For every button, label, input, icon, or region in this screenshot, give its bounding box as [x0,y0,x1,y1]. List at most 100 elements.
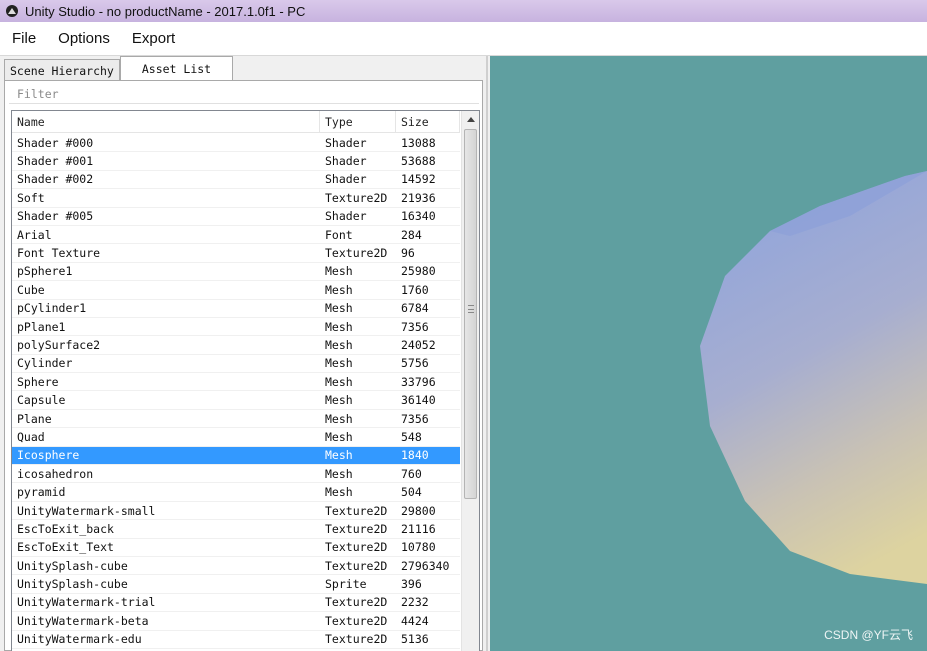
column-header-size[interactable]: Size [396,111,460,133]
scroll-up-arrow-icon[interactable] [462,111,479,128]
table-row[interactable]: UnityWatermark-small Texture2D 29800 [12,502,460,521]
tab-scene-hierarchy[interactable]: Scene Hierarchy [4,59,120,81]
cell-size: 36140 [401,393,436,408]
cell-name: Shader #000 [17,135,94,150]
cell-name: Icosphere [17,448,80,463]
table-row[interactable]: Arial Font 284 [12,226,460,245]
cell-size: 13088 [401,135,436,150]
table-row[interactable]: Quad Mesh 548 [12,428,460,447]
cell-size: 53688 [401,154,436,169]
table-row[interactable]: UnityWatermark-beta Texture2D 4424 [12,612,460,631]
cell-name: EscToExit_back [17,521,114,536]
watermark-text: CSDN @YF云飞 [824,628,913,642]
cell-name: icosahedron [17,466,94,481]
cell-size: 504 [401,485,422,500]
cell-type: Mesh [325,337,353,352]
cell-name: Cylinder [17,356,73,371]
unity-icon [6,5,18,17]
cell-type: Mesh [325,448,353,463]
cell-name: pCylinder1 [17,301,87,316]
cell-name: Soft [17,190,45,205]
cell-type: Mesh [325,411,353,426]
cell-type: Texture2D [325,632,388,647]
cell-name: UnityWatermark-edu [17,632,142,647]
table-row[interactable]: Soft Texture2D 21936 [12,189,460,208]
cell-size: 6784 [401,301,429,316]
cell-size: 284 [401,227,422,242]
table-row[interactable]: UnitySplash-cube Texture2D 2796340 [12,557,460,576]
menu-bar: File Options Export [0,22,927,56]
menu-options[interactable]: Options [58,30,110,47]
preview-viewport[interactable]: CSDN @YF云飞 [490,56,927,651]
cell-name: Capsule [17,393,66,408]
table-row[interactable]: pSphere1 Mesh 25980 [12,263,460,282]
cell-type: Texture2D [325,613,388,628]
tab-strip: Scene Hierarchy Asset List [4,56,234,81]
table-row[interactable]: Sphere Mesh 33796 [12,373,460,392]
table-row[interactable]: pCylinder1 Mesh 6784 [12,300,460,318]
cell-type: Texture2D [325,558,388,573]
cell-type: Mesh [325,393,353,408]
table-row[interactable]: Cube Mesh 1760 [12,281,460,300]
column-header-name[interactable]: Name [12,111,320,133]
table-row[interactable]: Shader #000 Shader 13088 [12,134,460,153]
cell-size: 548 [401,429,422,444]
table-row[interactable]: Plane Mesh 7356 [12,410,460,429]
table-row[interactable]: Shader #002 Shader 14592 [12,171,460,190]
cell-type: Mesh [325,466,353,481]
cell-type: Sprite [325,577,367,592]
cell-size: 4424 [401,613,429,628]
cell-size: 2796340 [401,558,450,573]
table-row[interactable]: Icosphere Mesh 1840 [12,446,460,466]
cell-name: UnitySplash-cube [17,577,128,592]
table-row[interactable]: UnitySplash-cube Sprite 396 [12,575,460,594]
cell-name: Arial [17,227,52,242]
table-row[interactable]: Shader #005 Shader 16340 [12,208,460,226]
table-row[interactable]: pyramid Mesh 504 [12,483,460,502]
cell-type: Mesh [325,319,353,334]
menu-file[interactable]: File [12,30,36,47]
filter-input[interactable]: Filter [9,84,479,104]
table-row[interactable]: Font Texture Texture2D 96 [12,244,460,263]
tab-asset-list[interactable]: Asset List [119,56,234,81]
cell-name: Shader #002 [17,172,94,187]
column-header-type[interactable]: Type [320,111,396,133]
cell-type: Shader [325,154,367,169]
cell-name: pPlane1 [17,319,66,334]
title-bar: Unity Studio - no productName - 2017.1.0… [0,0,927,22]
cell-name: pSphere1 [17,264,73,279]
asset-list[interactable]: Name Type Size Shader #000 Shader 13088 Sha… [11,110,480,651]
cell-size: 1840 [401,448,429,463]
cell-type: Mesh [325,301,353,316]
cell-name: Font Texture [17,246,101,261]
cell-name: UnitySplash-cube [17,558,128,573]
cell-size: 10780 [401,540,436,555]
cell-type: Texture2D [325,246,388,261]
scroll-thumb[interactable] [464,129,477,499]
asset-list-tab-content: Filter Name Type Size Shader #000 Shader 1… [4,80,483,651]
cell-name: Quad [17,429,45,444]
table-row[interactable]: icosahedron Mesh 760 [12,465,460,484]
cell-size: 33796 [401,374,436,389]
cell-type: Mesh [325,374,353,389]
table-row[interactable]: EscToExit_back Texture2D 21116 [12,520,460,539]
cell-name: EscToExit_Text [17,540,114,555]
cell-type: Texture2D [325,540,388,555]
table-row[interactable]: polySurface2 Mesh 24052 [12,336,460,355]
window-title: Unity Studio - no productName - 2017.1.0… [25,3,306,19]
menu-export[interactable]: Export [132,30,175,47]
cell-name: pyramid [17,485,66,500]
table-row[interactable]: Cylinder Mesh 5756 [12,355,460,374]
table-row[interactable]: EscToExit_Text Texture2D 10780 [12,539,460,557]
table-row[interactable]: UnityWatermark-trial Texture2D 2232 [12,594,460,613]
table-row[interactable]: UnityWatermark-edu Texture2D 5136 [12,631,460,649]
cell-name: polySurface2 [17,337,101,352]
table-row[interactable]: pPlane1 Mesh 7356 [12,318,460,337]
table-row[interactable]: Shader #001 Shader 53688 [12,152,460,171]
cell-type: Shader [325,209,367,224]
vertical-scrollbar[interactable] [461,111,479,651]
table-row[interactable]: Capsule Mesh 36140 [12,391,460,410]
left-panel: Scene Hierarchy Asset List Filter Name T… [0,56,488,651]
cell-size: 24052 [401,337,436,352]
cell-name: UnityWatermark-small [17,503,156,518]
